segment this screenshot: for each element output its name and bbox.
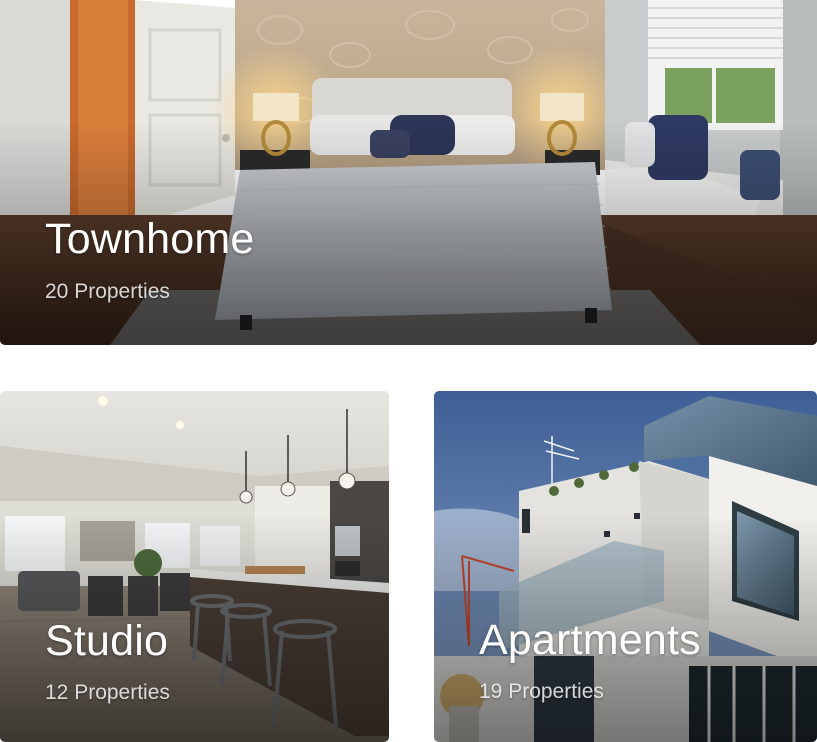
category-card-apartments[interactable]: Apartments 19 Properties — [434, 391, 817, 742]
property-categories-page: Townhome 20 Properties Studio 12 Propert… — [0, 0, 817, 742]
category-card-studio[interactable]: Studio 12 Properties — [0, 391, 389, 742]
property-count: 20 Properties — [45, 280, 170, 303]
property-count: 19 Properties — [479, 680, 604, 703]
category-title[interactable]: Studio — [45, 620, 168, 663]
category-title[interactable]: Townhome — [45, 218, 255, 261]
property-count: 12 Properties — [45, 681, 170, 704]
category-title[interactable]: Apartments — [479, 619, 701, 662]
category-card-townhome[interactable]: Townhome 20 Properties — [0, 0, 817, 345]
